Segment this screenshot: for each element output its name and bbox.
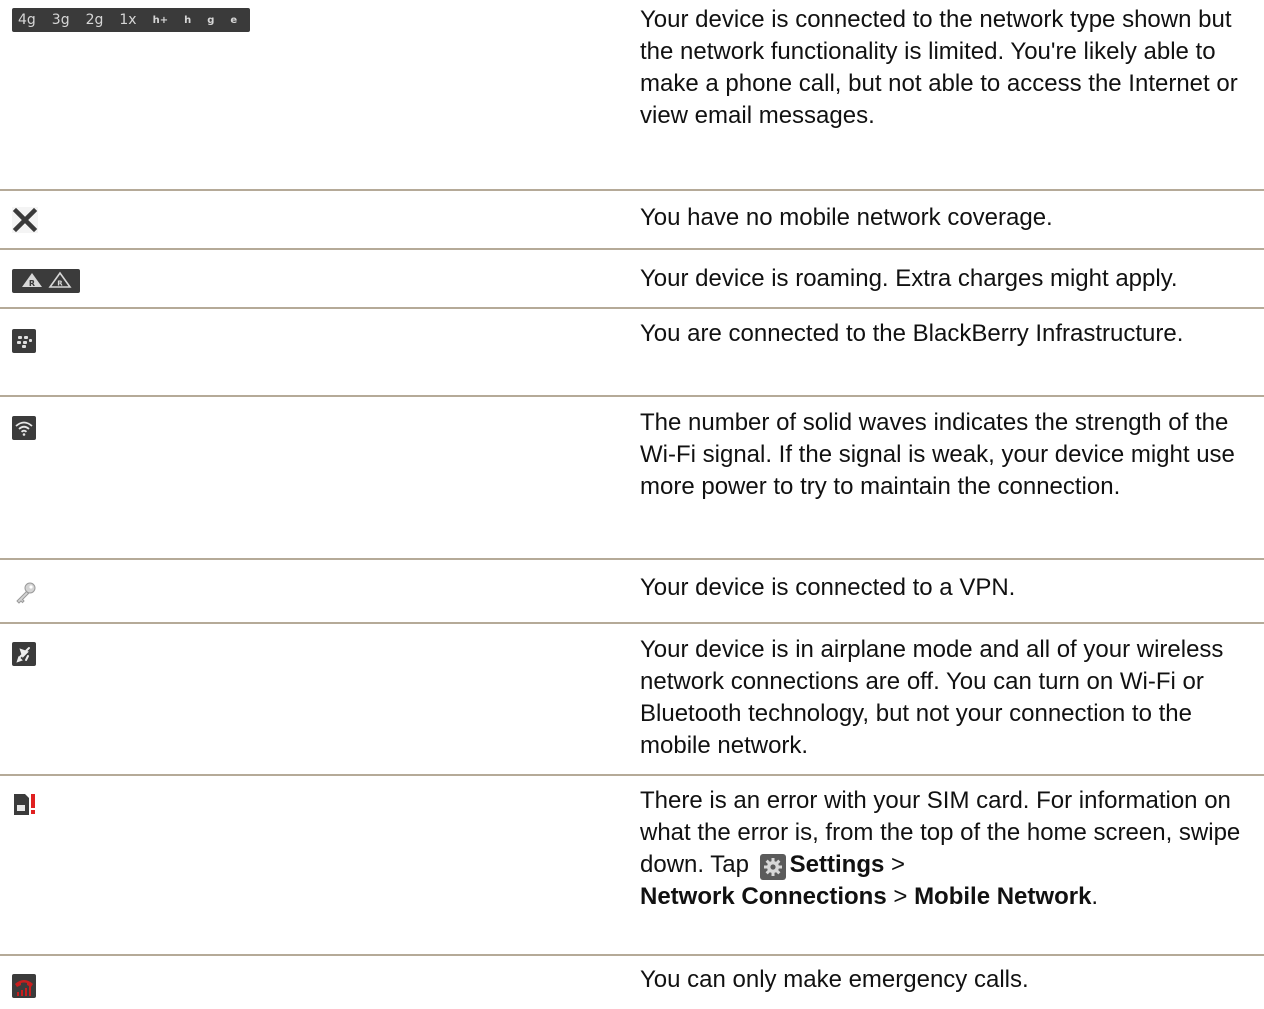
network-h-label: h xyxy=(184,14,192,26)
network-2g-label: 2g xyxy=(85,12,104,28)
roaming-icon: R R xyxy=(12,269,80,293)
row-roaming: R R Your device is roaming. Extra charge… xyxy=(0,250,1264,307)
wifi-icon xyxy=(12,416,36,440)
row-sim-error: There is an error with your SIM card. Fo… xyxy=(0,776,1264,954)
network-1x-label: 1x xyxy=(119,12,137,28)
network-hplus-label: h+ xyxy=(152,14,169,26)
row-no-coverage: You have no mobile network coverage. xyxy=(0,191,1264,248)
network-e-label: e xyxy=(230,14,238,26)
row-description: You have no mobile network coverage. xyxy=(640,204,1053,231)
vpn-key-icon xyxy=(16,582,36,604)
svg-text:R: R xyxy=(57,280,63,288)
mobile-network-label: Mobile Network xyxy=(914,883,1092,910)
row-description: You are connected to the BlackBerry Infr… xyxy=(640,320,1184,347)
airplane-icon xyxy=(12,642,36,666)
row-description: There is an error with your SIM card. Fo… xyxy=(640,785,1256,913)
row-description: Your device is roaming. Extra charges mi… xyxy=(640,265,1178,292)
sim-error-icon xyxy=(14,794,35,815)
settings-label: Settings xyxy=(789,851,885,878)
network-3g-label: 3g xyxy=(51,12,70,28)
row-description: You can only make emergency calls. xyxy=(640,966,1029,993)
network-4g-label: 4g xyxy=(18,12,36,28)
row-description: Your device is connected to the network … xyxy=(640,6,1238,129)
svg-text:R: R xyxy=(29,279,35,288)
network-g-label: g xyxy=(207,14,215,26)
emergency-call-icon xyxy=(12,974,36,998)
row-network-types: 4g 3g 2g 1x h+ h g e Your device is conn… xyxy=(0,0,1264,190)
row-vpn: Your device is connected to a VPN. xyxy=(0,560,1264,622)
row-description: Your device is in airplane mode and all … xyxy=(640,636,1224,759)
page: { "rows": [ { "icon": "network-type-icon… xyxy=(0,0,1264,1009)
row-description: The number of solid waves indicates the … xyxy=(640,409,1235,500)
row-airplane: Your device is in airplane mode and all … xyxy=(0,624,1264,774)
row-wifi: The number of solid waves indicates the … xyxy=(0,397,1264,559)
blackberry-icon xyxy=(12,329,36,353)
row-description: Your device is connected to a VPN. xyxy=(640,574,1016,601)
sentence-end: . xyxy=(1091,883,1099,910)
row-blackberry: You are connected to the BlackBerry Infr… xyxy=(0,309,1264,397)
network-type-icon: 4g 3g 2g 1x h+ h g e xyxy=(12,8,250,32)
settings-gear-icon xyxy=(759,854,786,880)
no-coverage-icon xyxy=(12,207,38,233)
row-emergency: You can only make emergency calls. xyxy=(0,956,1264,1009)
breadcrumb-separator: > xyxy=(891,851,906,878)
breadcrumb-separator: > xyxy=(893,883,908,910)
sim-error-intro: There is an error with your SIM card. Fo… xyxy=(640,787,1241,878)
network-connections-label: Network Connections xyxy=(640,883,887,910)
